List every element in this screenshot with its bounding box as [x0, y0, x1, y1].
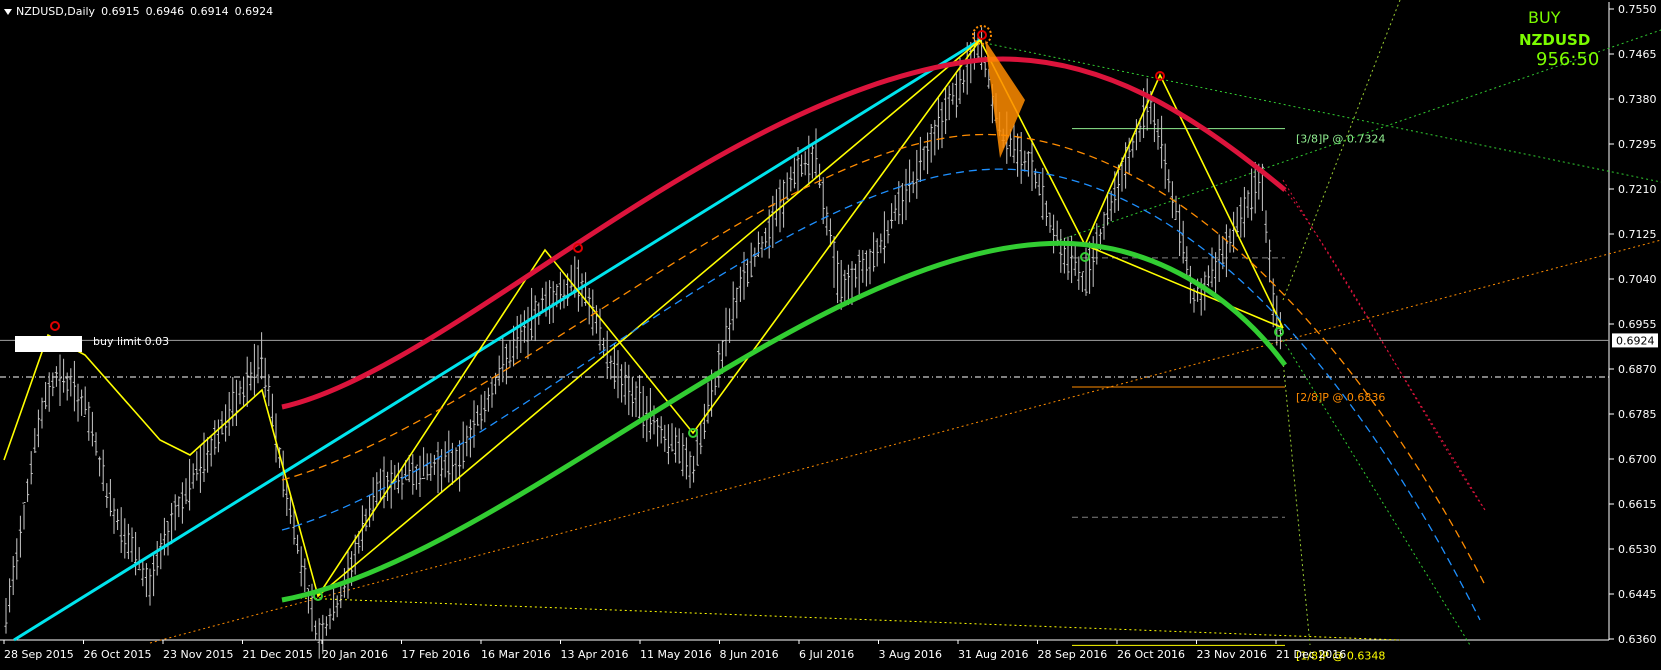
y-tick-label: 0.7040: [1618, 273, 1657, 286]
y-tick-label: 0.7210: [1618, 183, 1657, 196]
swing-marker: [1274, 327, 1284, 337]
projection-line: [299, 597, 1401, 641]
swing-marker: [1080, 252, 1090, 262]
projection-line: [1282, 339, 1471, 646]
y-tick-label: 0.6445: [1618, 588, 1657, 601]
high-value: 0.6946: [145, 5, 185, 18]
x-tick-label: 21 Dec 2015: [243, 648, 313, 661]
y-tick-label: 0.7125: [1618, 228, 1657, 241]
swing-markers: [50, 25, 1284, 601]
price-chart[interactable]: [3/8]P @ 0.7324[2/8]P @ 0.6836[1/8]P @ 0…: [0, 0, 1661, 670]
pending-order-label: buy limit 0.03: [93, 335, 170, 348]
x-tick-label: 21 Dec 2016: [1276, 648, 1346, 661]
y-tick-label: 0.6360: [1618, 633, 1657, 646]
upper-channel-projection: [1284, 189, 1486, 511]
swing-marker: [50, 321, 60, 331]
y-tick-label: 0.7380: [1618, 93, 1657, 106]
symbol-label: NZDUSD,Daily: [16, 5, 96, 18]
pending-order-box[interactable]: [15, 336, 82, 352]
projection-line: [1282, 0, 1401, 301]
x-tick-label: 23 Nov 2016: [1197, 648, 1267, 661]
x-tick-label: 6 Jul 2016: [799, 648, 854, 661]
signal-timer: 956:50: [1536, 49, 1600, 70]
x-tick-label: 3 Aug 2016: [879, 648, 942, 661]
chart-frame: [0, 2, 1610, 641]
x-tick-label: 28 Sep 2016: [1038, 648, 1108, 661]
y-tick-label: 0.6530: [1618, 543, 1657, 556]
x-tick-label: 26 Oct 2016: [1117, 648, 1185, 661]
x-tick-label: 17 Feb 2016: [402, 648, 470, 661]
upper-channel-curve: [281, 56, 1287, 410]
y-tick-label: 0.6955: [1618, 318, 1657, 331]
low-value: 0.6914: [190, 5, 229, 18]
x-tick-label: 8 Jun 2016: [720, 648, 779, 661]
x-tick-label: 13 Apr 2016: [561, 648, 629, 661]
projection-line: [149, 239, 1661, 644]
menu-triangle-icon[interactable]: [4, 9, 12, 15]
signal-direction: BUY: [1528, 8, 1561, 27]
x-tick-label: 31 Aug 2016: [958, 648, 1028, 661]
zigzag-line: [3, 38, 1284, 598]
open-value: 0.6915: [101, 5, 140, 18]
x-tick-label: 26 Oct 2015: [84, 648, 152, 661]
x-tick-label: 20 Jan 2016: [322, 648, 388, 661]
y-tick-label: 0.6700: [1618, 453, 1657, 466]
current-price-label: 0.6924: [1616, 334, 1655, 347]
y-tick-label: 0.6615: [1618, 498, 1657, 511]
x-tick-label: 16 Mar 2016: [481, 648, 551, 661]
y-tick-label: 0.6870: [1618, 363, 1657, 376]
murrey-level-label: [2/8]P @ 0.6836: [1296, 391, 1385, 404]
y-tick-label: 0.7550: [1618, 3, 1657, 16]
signal-symbol: NZDUSD: [1519, 31, 1591, 49]
price-bars: [4, 27, 1282, 659]
price-axis: 0.7550 0.7465 0.7380 0.7295 0.7210 0.7125 0.70…: [1609, 3, 1658, 646]
time-axis: 28 Sep 2015 26 Oct 2015 23 Nov 2015 21 Dec …: [3, 640, 1346, 661]
x-tick-label: 23 Nov 2015: [163, 648, 233, 661]
y-tick-label: 0.6785: [1618, 408, 1657, 421]
y-tick-label: 0.7465: [1618, 48, 1657, 61]
chart-header: NZDUSD,Daily 0.6915 0.6946 0.6914 0.6924: [4, 5, 279, 18]
channel-line: [317, 39, 981, 597]
projection-line: [1282, 179, 1486, 511]
x-tick-label: 28 Sep 2015: [4, 648, 74, 661]
x-tick-label: 11 May 2016: [640, 648, 712, 661]
close-value: 0.6924: [234, 5, 274, 18]
y-tick-label: 0.7295: [1618, 138, 1657, 151]
murrey-level-label: [3/8]P @ 0.7324: [1296, 133, 1385, 146]
